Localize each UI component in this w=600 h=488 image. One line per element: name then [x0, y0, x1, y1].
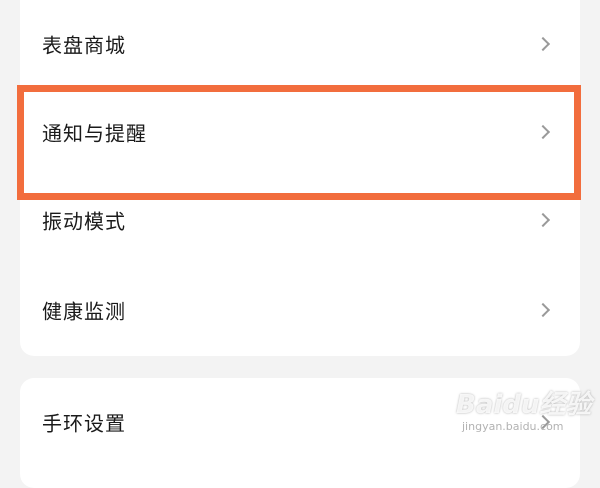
settings-group-primary: 表盘商城 通知与提醒 振动模式 健康监测: [20, 0, 580, 356]
settings-item-notifications[interactable]: 通知与提醒: [20, 88, 580, 176]
chevron-right-icon: [535, 212, 551, 228]
settings-item-label: 表盘商城: [42, 33, 126, 58]
chevron-right-icon: [535, 124, 551, 140]
settings-group-secondary: 手环设置: [20, 378, 580, 488]
settings-item-label: 通知与提醒: [42, 121, 147, 146]
settings-item-label: 手环设置: [42, 411, 126, 436]
chevron-right-icon: [535, 36, 551, 52]
settings-item-label: 健康监测: [42, 299, 126, 324]
settings-item-band-settings[interactable]: 手环设置: [20, 378, 580, 466]
settings-item-health-monitoring[interactable]: 健康监测: [20, 266, 580, 354]
chevron-right-icon: [535, 414, 551, 430]
settings-item-vibration-mode[interactable]: 振动模式: [20, 176, 580, 264]
settings-item-label: 振动模式: [42, 209, 126, 234]
settings-item-watch-face-store[interactable]: 表盘商城: [20, 0, 580, 88]
chevron-right-icon: [535, 302, 551, 318]
